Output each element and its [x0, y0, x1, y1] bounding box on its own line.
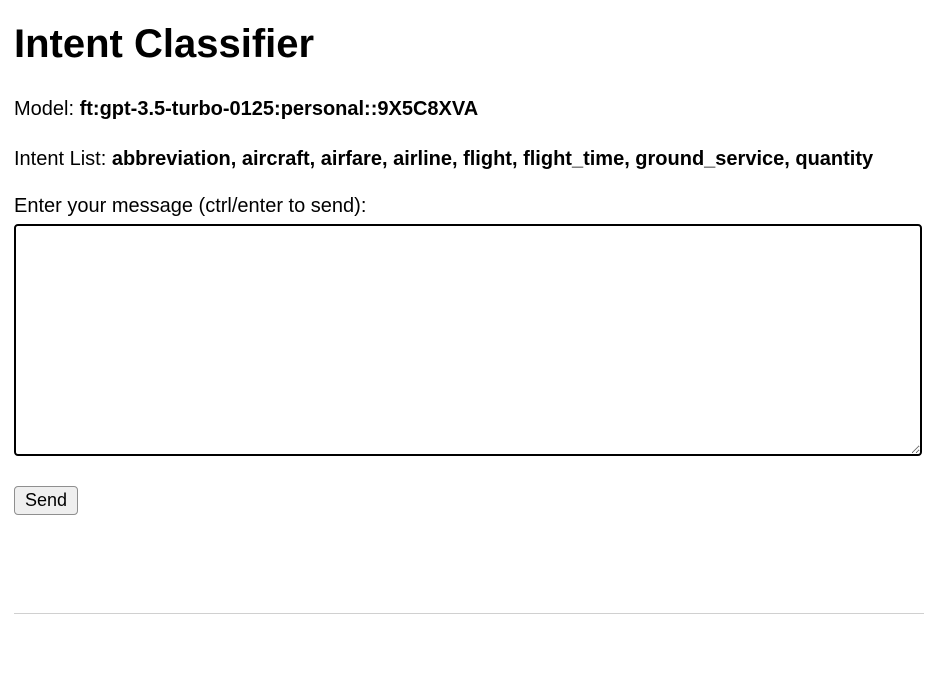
intent-list-info: Intent List: abbreviation, aircraft, air… — [14, 145, 924, 173]
send-button[interactable]: Send — [14, 486, 78, 515]
page-title: Intent Classifier — [14, 22, 924, 67]
divider — [14, 613, 924, 614]
intent-list-label: Intent List: — [14, 148, 112, 170]
model-label: Model: — [14, 98, 80, 120]
model-info: Model: ft:gpt-3.5-turbo-0125:personal::9… — [14, 95, 924, 123]
message-prompt: Enter your message (ctrl/enter to send): — [14, 195, 924, 218]
intent-list-value: abbreviation, aircraft, airfare, airline… — [112, 148, 873, 170]
model-value: ft:gpt-3.5-turbo-0125:personal::9X5C8XVA — [80, 98, 479, 120]
message-input[interactable] — [14, 224, 922, 456]
